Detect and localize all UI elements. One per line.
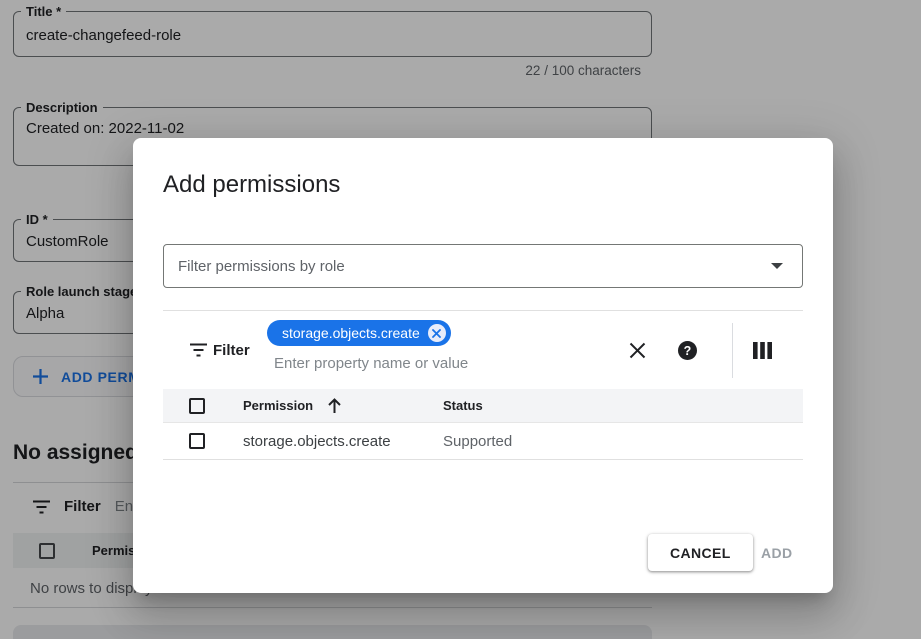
permission-column-label: Permission	[243, 398, 313, 413]
filter-permissions-by-role-select[interactable]: Filter permissions by role	[163, 244, 803, 288]
status-column-header[interactable]: Status	[443, 398, 483, 413]
dialog-filter-toolbar: Filter storage.objects.create Enter prop…	[163, 310, 803, 389]
dialog-filter-placeholder[interactable]: Enter property name or value	[274, 355, 468, 372]
add-button[interactable]: ADD	[749, 534, 805, 571]
table-row[interactable]: storage.objects.create Supported	[163, 422, 803, 460]
cancel-button[interactable]: CANCEL	[648, 534, 753, 571]
row-permission-cell: storage.objects.create	[243, 433, 391, 450]
permission-column-header[interactable]: Permission	[243, 398, 342, 414]
filter-chip[interactable]: storage.objects.create	[267, 320, 451, 346]
row-status-cell: Supported	[443, 433, 512, 450]
dialog-permissions-table: Permission Status storage.objects.create…	[163, 389, 803, 460]
filter-icon	[190, 343, 207, 357]
select-all-checkbox[interactable]	[189, 398, 205, 414]
dialog-table-header: Permission Status	[163, 389, 803, 422]
toolbar-divider	[732, 323, 733, 378]
clear-filters-button[interactable]	[623, 336, 651, 364]
add-permissions-dialog: Add permissions Filter permissions by ro…	[133, 138, 833, 593]
chevron-down-icon	[770, 262, 784, 270]
svg-text:?: ?	[683, 344, 691, 358]
role-select-placeholder: Filter permissions by role	[178, 258, 770, 275]
create-role-page: Title * create-changefeed-role 22 / 100 …	[0, 0, 921, 639]
sort-ascending-icon[interactable]	[327, 398, 342, 414]
status-column-label: Status	[443, 398, 483, 413]
dialog-filter-label: Filter	[213, 342, 250, 359]
filter-chip-text: storage.objects.create	[282, 325, 420, 341]
dialog-title: Add permissions	[163, 171, 340, 199]
column-display-icon[interactable]	[748, 336, 776, 364]
chip-remove-icon[interactable]	[428, 324, 446, 342]
help-icon[interactable]: ?	[673, 336, 701, 364]
row-checkbox[interactable]	[189, 433, 205, 449]
